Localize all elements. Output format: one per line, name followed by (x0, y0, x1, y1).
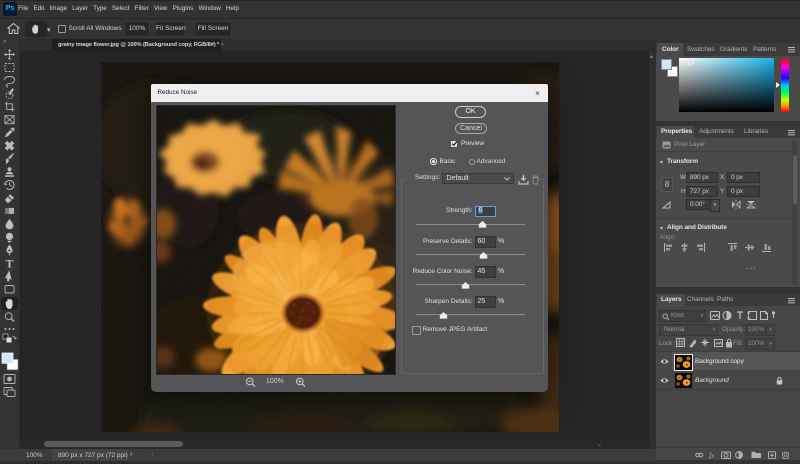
svg-text:T: T (5, 257, 13, 271)
svg-text:fx: fx (709, 451, 715, 459)
